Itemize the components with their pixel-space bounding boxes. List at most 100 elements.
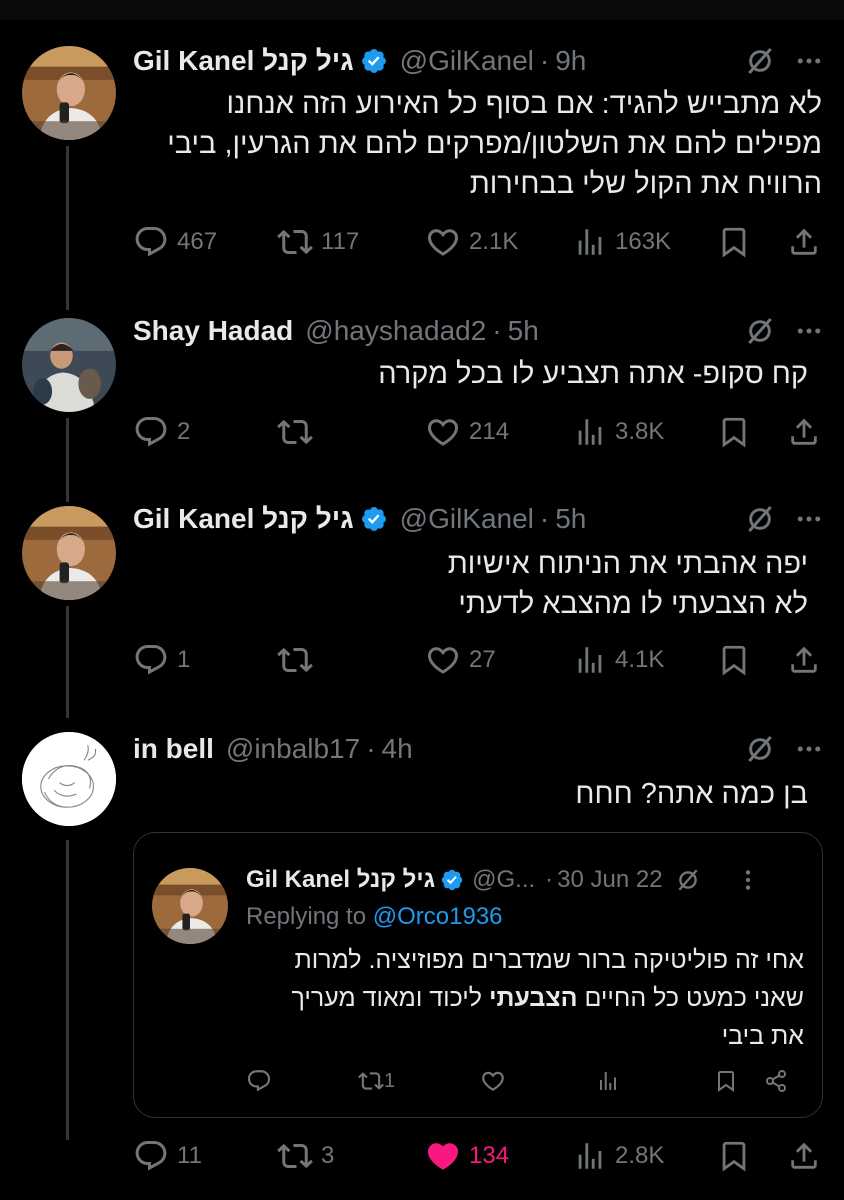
timestamp[interactable]: 9h [555, 45, 586, 77]
quoted-views-button[interactable] [596, 1067, 620, 1095]
share-button[interactable] [787, 1136, 821, 1176]
bookmark-icon [714, 1069, 738, 1093]
reply-button[interactable]: 2 [133, 412, 190, 452]
reply-button[interactable]: 467 [133, 222, 217, 262]
more-icon[interactable] [794, 734, 824, 764]
timestamp[interactable]: 4h [382, 733, 413, 765]
verified-badge-icon [360, 47, 388, 75]
quoted-author-name[interactable]: Gil Kanel גיל קנל [246, 866, 435, 894]
separator-dot: · [545, 866, 554, 893]
views-button[interactable]: 163K [573, 222, 671, 262]
replying-to: Replying to @Orco1936 [246, 903, 503, 931]
separator-dot: · [539, 45, 550, 76]
author-handle[interactable]: @GilKanel [400, 45, 534, 77]
views-button[interactable]: 4.1K [573, 640, 664, 680]
heart-icon [480, 1068, 506, 1094]
quoted-text-segment: ליכוד ומאוד מעריך [291, 984, 489, 1012]
bookmark-button[interactable] [717, 640, 751, 680]
bookmark-button[interactable] [717, 1136, 751, 1176]
quoted-text-segment: שאני כמעט כל החיים [577, 984, 804, 1012]
quoted-text-line: אחי זה פוליטיקה ברור שמדברים מפוזיציה. ל… [294, 946, 804, 974]
tweet[interactable]: Gil Kanel גיל קנל @GilKanel · 5h יפה אהב… [0, 490, 844, 720]
author-name[interactable]: Gil Kanel גיל קנל [133, 503, 354, 535]
view-count: 163K [615, 228, 672, 255]
grok-icon[interactable] [744, 45, 776, 77]
share-icon [787, 643, 821, 677]
like-button[interactable]: 134 [425, 1136, 509, 1176]
repost-button[interactable] [277, 640, 321, 680]
quoted-tweet-card[interactable]: Gil Kanel גיל קנל @G... · 30 Jun 22 Repl… [133, 832, 823, 1118]
author-name[interactable]: in bell [133, 733, 214, 765]
author-name[interactable]: Shay Hadad [133, 315, 293, 347]
reply-icon [133, 224, 169, 260]
more-vertical-icon[interactable] [735, 867, 761, 893]
view-count: 3.8K [615, 418, 665, 445]
avatar[interactable] [22, 318, 116, 412]
reply-button[interactable]: 11 [133, 1136, 202, 1176]
bookmark-button[interactable] [717, 222, 751, 262]
author-handle[interactable]: @inbalb17 [226, 733, 360, 765]
share-button[interactable] [787, 412, 821, 452]
repost-button[interactable]: 117 [277, 222, 359, 262]
repost-count: 3 [321, 1142, 335, 1169]
grok-icon[interactable] [744, 733, 776, 765]
more-icon[interactable] [794, 46, 824, 76]
like-button[interactable]: 214 [425, 412, 509, 452]
views-button[interactable]: 3.8K [573, 412, 664, 452]
quoted-action-bar: 1 [246, 1067, 806, 1095]
avatar[interactable] [22, 506, 116, 600]
repost-button[interactable]: 3 [277, 1136, 334, 1176]
view-count: 4.1K [615, 646, 665, 673]
bookmark-icon [717, 1139, 751, 1173]
repost-button[interactable] [277, 412, 321, 452]
author-handle[interactable]: @hayshadad2 [305, 315, 486, 347]
repost-icon [277, 414, 313, 450]
bookmark-button[interactable] [717, 412, 751, 452]
repost-icon [358, 1068, 384, 1094]
avatar[interactable] [22, 46, 116, 140]
share-button[interactable] [787, 222, 821, 262]
reply-count: 11 [177, 1142, 202, 1169]
author-name[interactable]: Gil Kanel גיל קנל [133, 45, 354, 77]
share-button[interactable] [787, 640, 821, 680]
like-button[interactable]: 27 [425, 640, 496, 680]
tweet[interactable]: Shay Hadad @hayshadad2 · 5h קח סקופ- אתה… [0, 300, 844, 490]
quoted-reply-button[interactable] [246, 1067, 272, 1095]
reply-count: 467 [177, 228, 218, 255]
views-icon [573, 415, 607, 449]
like-button[interactable]: 2.1K [425, 222, 518, 262]
grok-icon[interactable] [744, 315, 776, 347]
bookmark-icon [717, 415, 751, 449]
timestamp[interactable]: 5h [508, 315, 539, 347]
author-handle[interactable]: @GilKanel [400, 503, 534, 535]
reply-button[interactable]: 1 [133, 640, 190, 680]
quoted-author-handle[interactable]: @G... [472, 866, 535, 894]
tweet-text-line: בן כמה אתה? חחח [575, 778, 808, 810]
grok-icon[interactable] [744, 503, 776, 535]
action-bar: 1 27 4.1K [133, 640, 823, 680]
quoted-bookmark-button[interactable] [714, 1067, 738, 1095]
tweet[interactable]: Gil Kanel גיל קנל @GilKanel · 9h לא מתבי… [0, 0, 844, 300]
quoted-share-button[interactable] [764, 1067, 788, 1095]
more-icon[interactable] [794, 316, 824, 346]
grok-icon[interactable] [675, 867, 701, 893]
quoted-avatar[interactable] [152, 868, 228, 944]
avatar[interactable] [22, 732, 116, 826]
heart-filled-icon [425, 1138, 461, 1174]
quoted-tweet-header: Gil Kanel גיל קנל @G... · 30 Jun 22 [246, 865, 761, 895]
quoted-timestamp[interactable]: 30 Jun 22 [557, 866, 662, 894]
tweet-text-line: לא הצבעתי לו מהצבא לדעתי [458, 588, 808, 620]
replying-to-label: Replying to [246, 903, 373, 930]
quoted-like-button[interactable] [480, 1067, 506, 1095]
replying-to-mention[interactable]: @Orco1936 [373, 903, 503, 930]
timestamp[interactable]: 5h [555, 503, 586, 535]
quoted-repost-button[interactable]: 1 [358, 1067, 395, 1095]
share-icon [787, 1139, 821, 1173]
more-icon[interactable] [794, 504, 824, 534]
tweet-text: קח סקופ- אתה תצביע לו בכל מקרה [133, 354, 808, 394]
quoted-tweet-text: אחי זה פוליטיקה ברור שמדברים מפוזיציה. ל… [246, 941, 804, 1055]
tweet-text: בן כמה אתה? חחח [133, 774, 808, 814]
separator-dot: · [492, 315, 502, 346]
action-bar: 467 117 2.1K 163K [133, 222, 823, 262]
views-button[interactable]: 2.8K [573, 1136, 664, 1176]
